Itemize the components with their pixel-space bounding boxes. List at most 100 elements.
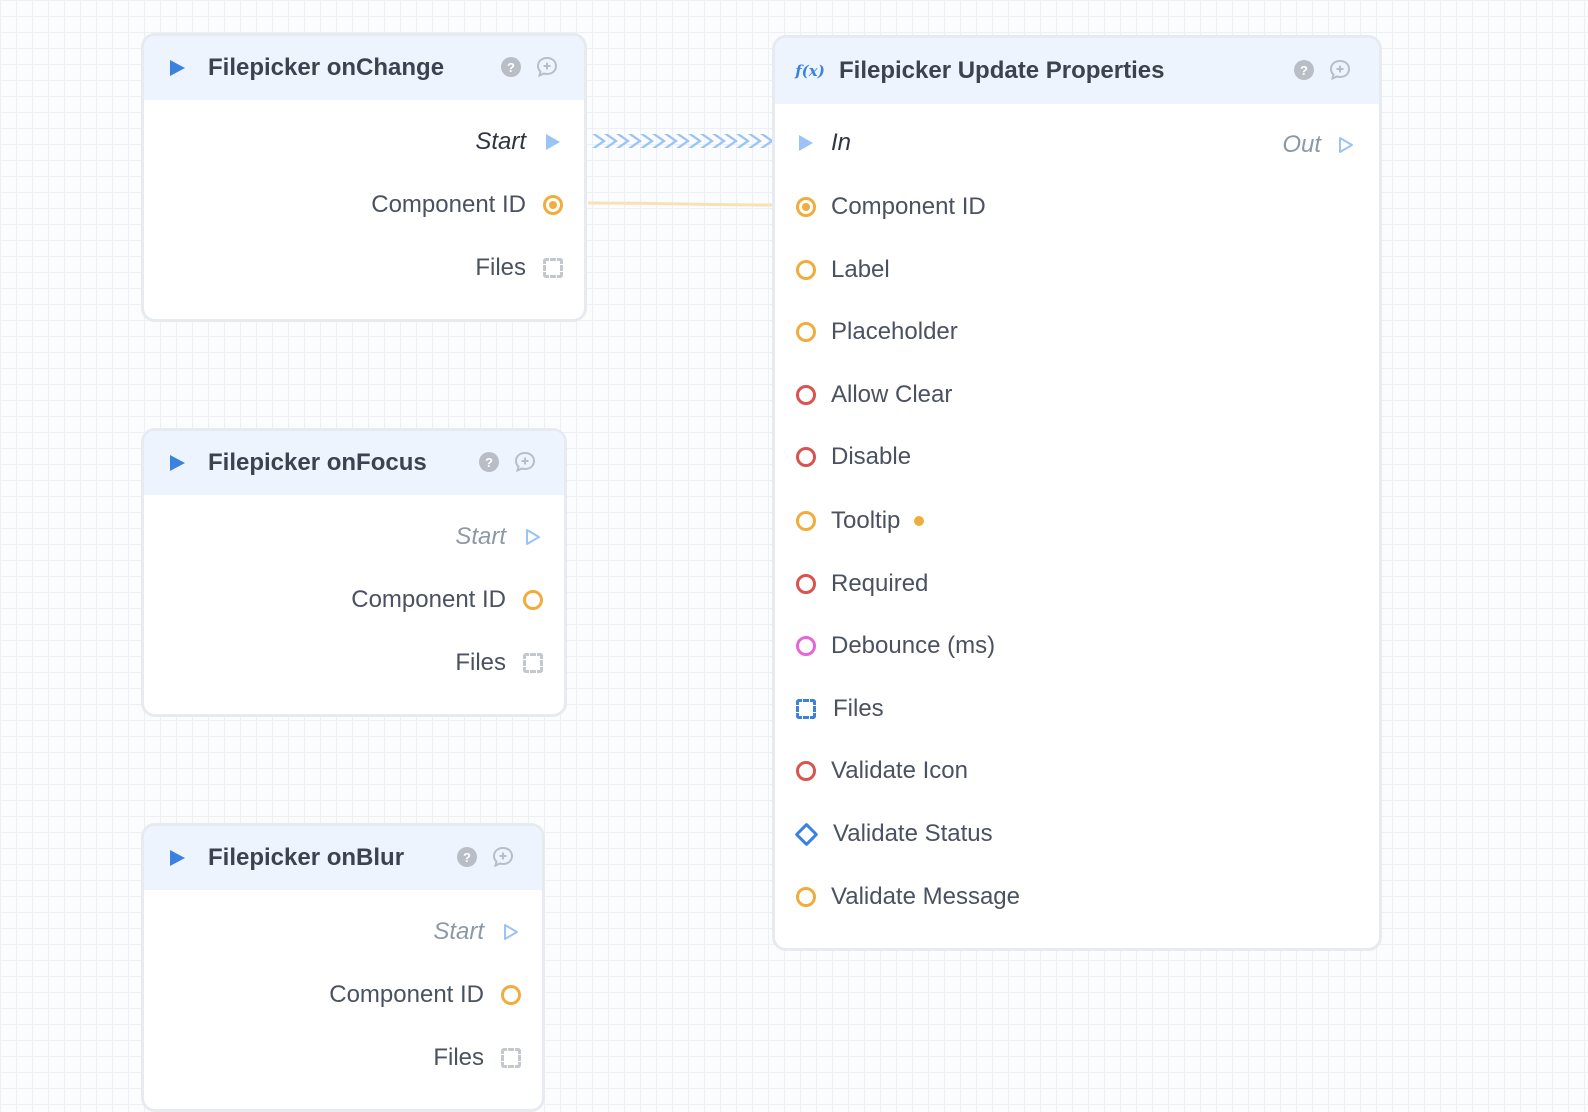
port-label: Component ID bbox=[329, 981, 484, 1008]
output-files: Files bbox=[475, 251, 566, 285]
comment-add-icon[interactable] bbox=[1329, 59, 1351, 81]
input-placeholder: Placeholder bbox=[793, 315, 958, 349]
number-in-pin[interactable] bbox=[793, 633, 819, 659]
port-label: In bbox=[831, 129, 852, 156]
exec-wire-chevron bbox=[712, 134, 726, 148]
port-label: Debounce (ms) bbox=[831, 632, 996, 659]
port-label: Component ID bbox=[351, 586, 506, 613]
play-icon bbox=[166, 57, 188, 79]
boolean-in-pin[interactable] bbox=[793, 382, 819, 408]
port-label: Files bbox=[433, 1044, 484, 1071]
node-header[interactable]: Filepicker onBlur ? bbox=[144, 826, 542, 890]
port-label: Files bbox=[475, 254, 526, 281]
exec-wire-chevron bbox=[628, 134, 642, 148]
port-label: Validate Icon bbox=[831, 757, 968, 784]
comment-add-icon[interactable] bbox=[492, 846, 514, 868]
boolean-in-pin[interactable] bbox=[793, 571, 819, 597]
input-label: Label bbox=[793, 253, 890, 287]
exec-wire-chevron bbox=[652, 134, 666, 148]
port-label: Start bbox=[433, 918, 484, 945]
input-component-id: Component ID bbox=[793, 190, 986, 224]
output-component-id: Component ID bbox=[371, 188, 566, 222]
exec-in-pin[interactable] bbox=[793, 130, 819, 156]
port-label: Disable bbox=[831, 443, 912, 470]
array-out-pin[interactable] bbox=[520, 650, 546, 676]
node-header[interactable]: Filepicker onFocus ? bbox=[144, 431, 564, 495]
node-filepicker-onchange[interactable]: Filepicker onChange ? Start Component ID… bbox=[141, 33, 587, 322]
node-header[interactable]: Filepicker onChange ? bbox=[144, 36, 584, 100]
port-label: Start bbox=[455, 523, 506, 550]
help-icon[interactable]: ? bbox=[1293, 59, 1315, 81]
node-header[interactable]: f(x) Filepicker Update Properties ? bbox=[775, 38, 1379, 104]
output-start: Start bbox=[455, 520, 546, 554]
exec-wire-chevron bbox=[724, 134, 738, 148]
exec-wire-chevron bbox=[700, 134, 714, 148]
port-label: Out bbox=[1282, 131, 1321, 158]
port-label: Placeholder bbox=[831, 318, 958, 345]
input-exec-in: In bbox=[793, 126, 851, 160]
exec-out-pin[interactable] bbox=[1333, 132, 1359, 158]
port-label: Label bbox=[831, 256, 890, 283]
exec-out-pin[interactable] bbox=[520, 524, 546, 550]
port-label: Validate Message bbox=[831, 883, 1020, 910]
function-icon: f(x) bbox=[795, 62, 825, 80]
output-component-id: Component ID bbox=[351, 583, 546, 617]
array-out-pin[interactable] bbox=[540, 255, 566, 281]
port-label: Files bbox=[833, 695, 884, 722]
input-tooltip: Tooltip bbox=[793, 504, 925, 538]
input-required: Required bbox=[793, 567, 928, 601]
string-in-pin[interactable] bbox=[793, 257, 819, 283]
exec-wire-chevron bbox=[604, 134, 618, 148]
output-files: Files bbox=[455, 646, 546, 680]
string-in-pin[interactable] bbox=[793, 508, 819, 534]
exec-wire-chevron bbox=[592, 134, 606, 148]
node-title: Filepicker onBlur bbox=[208, 844, 405, 871]
output-start: Start bbox=[475, 125, 566, 159]
array-in-pin[interactable] bbox=[793, 696, 819, 722]
node-filepicker-onblur[interactable]: Filepicker onBlur ? Start Component ID F… bbox=[141, 823, 545, 1112]
exec-wire-chevron bbox=[664, 134, 678, 148]
input-validate-message: Validate Message bbox=[793, 880, 1020, 914]
string-in-pin[interactable] bbox=[793, 194, 819, 220]
exec-wire-chevron bbox=[748, 134, 762, 148]
port-label: Allow Clear bbox=[831, 381, 953, 408]
exec-wire-start-to-in[interactable] bbox=[592, 134, 774, 148]
node-title: Filepicker Update Properties bbox=[839, 57, 1165, 84]
node-filepicker-update-properties[interactable]: f(x) Filepicker Update Properties ? In O… bbox=[772, 35, 1382, 951]
input-allow-clear: Allow Clear bbox=[793, 378, 952, 412]
exec-out-pin[interactable] bbox=[540, 129, 566, 155]
port-label: Required bbox=[831, 570, 929, 597]
boolean-in-pin[interactable] bbox=[793, 444, 819, 470]
comment-add-icon[interactable] bbox=[514, 451, 536, 473]
port-label: Files bbox=[455, 649, 506, 676]
exec-out-pin[interactable] bbox=[498, 919, 524, 945]
port-label: Component ID bbox=[831, 193, 986, 220]
boolean-in-pin[interactable] bbox=[793, 758, 819, 784]
exec-wire-chevron bbox=[676, 134, 690, 148]
string-out-pin[interactable] bbox=[498, 982, 524, 1008]
exec-wire-chevron bbox=[616, 134, 630, 148]
input-validate-icon: Validate Icon bbox=[793, 754, 968, 788]
comment-add-icon[interactable] bbox=[536, 56, 558, 78]
string-out-pin[interactable] bbox=[520, 587, 546, 613]
output-component-id: Component ID bbox=[329, 978, 524, 1012]
string-in-pin[interactable] bbox=[793, 884, 819, 910]
data-wire-component-id[interactable] bbox=[587, 201, 777, 207]
play-icon bbox=[166, 452, 188, 474]
string-out-pin[interactable] bbox=[540, 192, 566, 218]
port-label: Validate Status bbox=[833, 820, 993, 847]
exec-wire-chevron bbox=[736, 134, 750, 148]
output-files: Files bbox=[433, 1041, 524, 1075]
play-icon bbox=[166, 847, 188, 869]
node-title: Filepicker onChange bbox=[208, 54, 445, 81]
input-debounce: Debounce (ms) bbox=[793, 629, 995, 663]
input-files: Files bbox=[793, 692, 884, 726]
help-icon[interactable]: ? bbox=[478, 451, 500, 473]
node-filepicker-onfocus[interactable]: Filepicker onFocus ? Start Component ID … bbox=[141, 428, 567, 717]
string-in-pin[interactable] bbox=[793, 319, 819, 345]
port-label: Component ID bbox=[371, 191, 526, 218]
help-icon[interactable]: ? bbox=[456, 846, 478, 868]
array-out-pin[interactable] bbox=[498, 1045, 524, 1071]
enum-in-pin[interactable] bbox=[793, 821, 819, 847]
help-icon[interactable]: ? bbox=[500, 56, 522, 78]
